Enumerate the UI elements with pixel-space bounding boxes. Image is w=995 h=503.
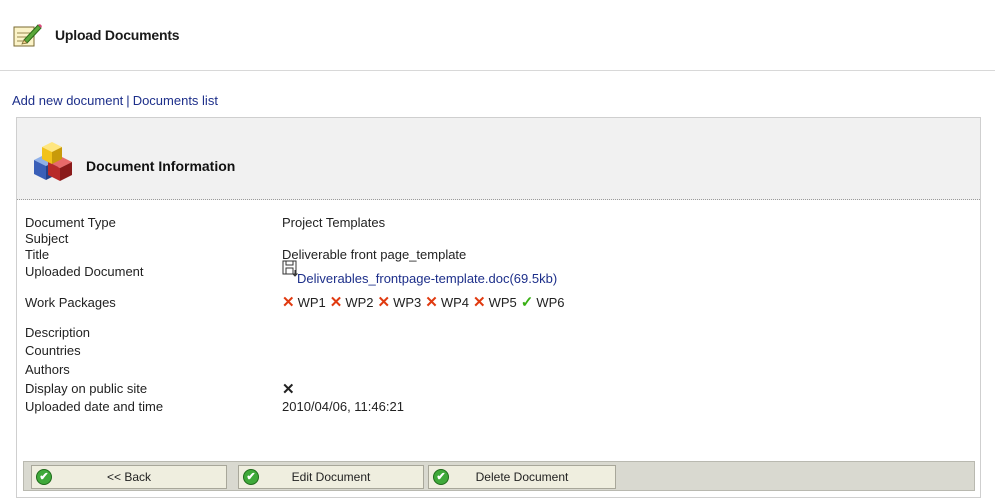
- action-button-bar: ✔ << Back ✔ Edit Document ✔ Delete Docum…: [23, 461, 975, 491]
- work-package-item: ✕ WP4: [425, 293, 469, 311]
- work-package-item: ✕ WP1: [282, 293, 326, 311]
- field-countries: Countries: [25, 343, 975, 362]
- check-mark-icon: ✓: [520, 294, 534, 311]
- document-nav: Add new document | Documents list: [12, 93, 218, 108]
- document-info-panel: Document Information Document Type Proje…: [16, 117, 981, 498]
- field-label: Uploaded date and time: [25, 399, 164, 414]
- x-mark-icon: ✕: [329, 294, 343, 311]
- field-value: 2010/04/06, 11:46:21: [282, 399, 404, 414]
- boxes-icon: [34, 142, 72, 181]
- work-package-label: WP3: [393, 294, 422, 310]
- field-label: Authors: [25, 362, 70, 377]
- work-package-item: ✕ WP3: [378, 293, 422, 311]
- x-mark-icon: ✕: [425, 294, 438, 311]
- notepad-pencil-icon: [13, 24, 42, 47]
- x-mark-icon: ✕: [282, 294, 295, 311]
- x-mark-icon: ✕: [282, 381, 295, 398]
- work-package-label: WP2: [345, 294, 374, 310]
- field-value: Deliverable front page_template: [282, 247, 467, 262]
- uploaded-document-link[interactable]: Deliverables_frontpage-template.doc(69.5…: [297, 271, 557, 286]
- field-label: Work Packages: [25, 295, 116, 310]
- delete-document-button[interactable]: ✔ Delete Document: [428, 465, 616, 489]
- back-button[interactable]: ✔ << Back: [31, 465, 227, 489]
- work-package-label: WP1: [297, 294, 326, 310]
- field-value: Project Templates: [282, 215, 386, 230]
- field-label: Uploaded Document: [25, 264, 144, 279]
- document-fields: Document Type Project Templates Subject …: [25, 215, 975, 417]
- delete-document-button-label: Delete Document: [475, 470, 569, 484]
- x-mark-icon: ✕: [473, 294, 486, 311]
- edit-document-button-label: Edit Document: [291, 470, 371, 484]
- field-description: Description: [25, 325, 975, 341]
- field-uploaded-document: Uploaded Document Deliverables_frontpage…: [25, 260, 975, 292]
- x-mark-icon: ✕: [377, 294, 391, 311]
- field-authors: Authors: [25, 362, 975, 381]
- work-package-item: ✕ WP2: [330, 293, 374, 311]
- work-package-item: ✕ WP5: [473, 293, 517, 311]
- field-label: Countries: [25, 343, 81, 358]
- nav-separator: |: [126, 93, 130, 108]
- work-package-label: WP5: [488, 294, 517, 310]
- work-package-label: WP4: [440, 294, 469, 310]
- page-header: Upload Documents: [0, 0, 995, 71]
- field-document-type: Document Type Project Templates: [25, 215, 975, 231]
- field-label: Subject: [25, 231, 69, 246]
- work-package-item: ✓ WP6: [521, 293, 565, 311]
- field-uploaded-datetime: Uploaded date and time 2010/04/06, 11:46…: [25, 399, 975, 415]
- field-label: Title: [25, 247, 50, 262]
- work-packages-list: ✕ WP1 ✕ WP2 ✕ WP3 ✕ WP4 ✕ WP5 ✓ WP6: [282, 293, 569, 311]
- edit-document-button[interactable]: ✔ Edit Document: [238, 465, 424, 489]
- field-label: Display on public site: [25, 381, 148, 396]
- documents-list-link[interactable]: Documents list: [133, 93, 218, 108]
- panel-header: Document Information: [17, 118, 980, 200]
- field-work-packages: Work Packages ✕ WP1 ✕ WP2 ✕ WP3 ✕ WP4 ✕ WP5 ✓ WP6: [25, 293, 975, 325]
- field-subject: Subject: [25, 231, 975, 247]
- work-package-label: WP6: [536, 294, 565, 310]
- back-button-label: << Back: [106, 470, 152, 484]
- add-new-document-link[interactable]: Add new document: [12, 93, 123, 108]
- field-display-public: Display on public site ✕: [25, 381, 975, 399]
- page-title: Upload Documents: [55, 27, 180, 43]
- field-label: Document Type: [25, 215, 116, 230]
- panel-title: Document Information: [86, 158, 236, 174]
- field-label: Description: [25, 325, 91, 340]
